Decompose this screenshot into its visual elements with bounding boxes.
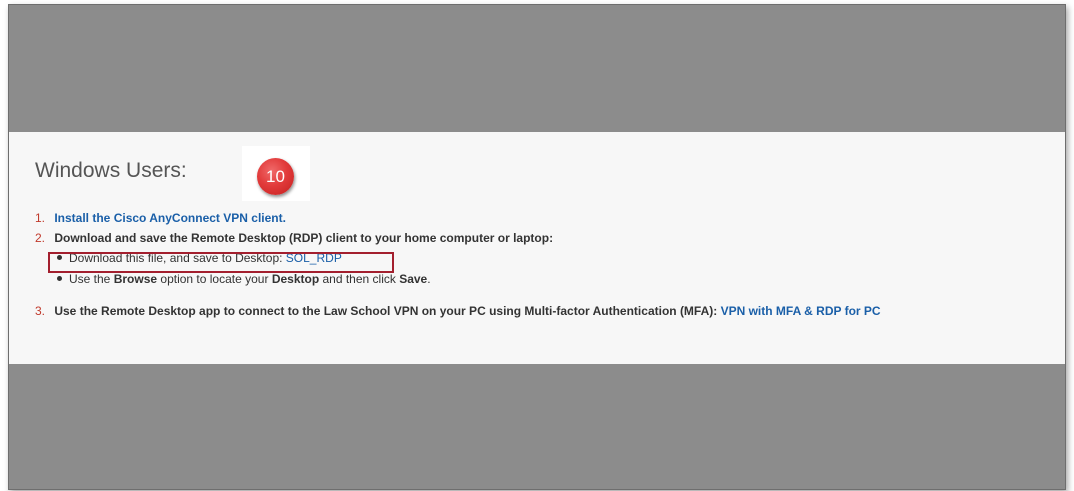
step-text: Download and save the Remote Desktop (RD… [54, 231, 554, 245]
browse-instruction-text: option to locate your [157, 272, 272, 286]
browse-instruction-text: Use the [69, 272, 114, 286]
step-badge-container: 10 [242, 146, 310, 201]
save-label: Save [399, 272, 428, 286]
browse-instruction-text: and then click [319, 272, 400, 286]
list-item: 3. Use the Remote Desktop app to connect… [35, 304, 881, 318]
sub-list-item: Use the Browse option to locate your Des… [57, 272, 431, 286]
screenshot-frame: Windows Users: 10 1. Install the Cisco A… [8, 4, 1066, 490]
vpn-mfa-rdp-link[interactable]: VPN with MFA & RDP for PC [721, 304, 881, 318]
highlight-annotation-box [48, 252, 394, 273]
step-number: 2. [35, 231, 46, 245]
step-number: 3. [35, 304, 46, 318]
step-number-badge: 10 [257, 158, 294, 195]
step-number: 1. [35, 211, 46, 225]
windows-users-panel: Windows Users: 10 1. Install the Cisco A… [9, 132, 1065, 364]
list-item: 1. Install the Cisco AnyConnect VPN clie… [35, 211, 286, 225]
top-gray-band [9, 5, 1065, 132]
install-anyconnect-link[interactable]: Install the Cisco AnyConnect VPN client. [54, 211, 286, 225]
browse-label: Browse [113, 272, 158, 286]
bullet-icon [57, 276, 62, 282]
browse-instruction-text: . [427, 272, 431, 286]
desktop-label: Desktop [271, 272, 320, 286]
bottom-gray-band [9, 364, 1065, 489]
step-text: Use the Remote Desktop app to connect to… [54, 304, 721, 318]
section-heading: Windows Users: [35, 159, 187, 182]
list-item: 2. Download and save the Remote Desktop … [35, 231, 553, 245]
